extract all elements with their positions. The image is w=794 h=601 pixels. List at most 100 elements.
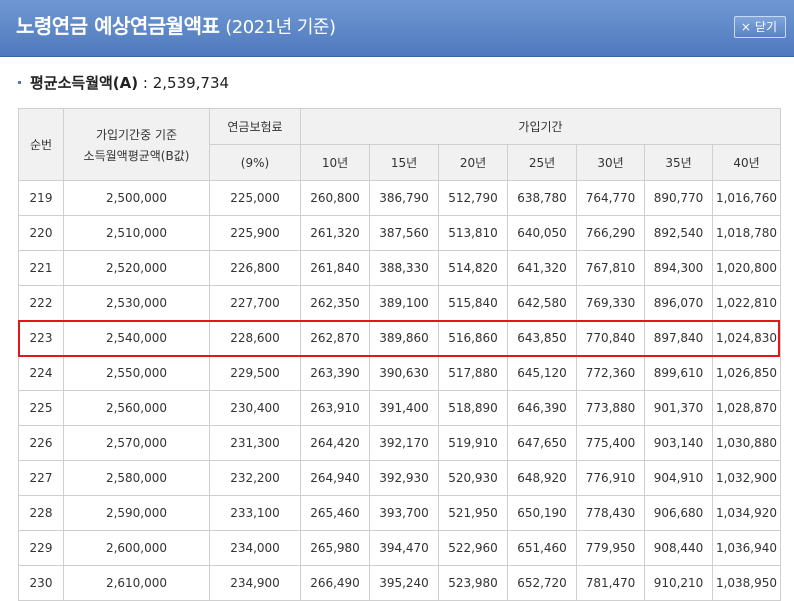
- header-income-line2: 소득월액평균액(B값): [83, 148, 190, 163]
- table-cell: 773,880: [576, 390, 645, 426]
- header-year: 20년: [438, 144, 508, 181]
- table-cell: 764,770: [576, 180, 645, 216]
- table-cell: 227,700: [209, 285, 301, 321]
- table-cell: 513,810: [438, 215, 508, 251]
- summary-value: 2,539,734: [152, 73, 230, 92]
- table-cell: 640,050: [507, 215, 577, 251]
- table-cell: 1,038,950: [712, 565, 781, 601]
- table-cell: 2,500,000: [63, 180, 210, 216]
- table-body: 219 2,500,000 225,000 260,800 386,790 512,790…: [18, 180, 781, 601]
- table-cell: 225: [18, 390, 64, 426]
- table-cell: 646,390: [507, 390, 577, 426]
- page-title-sub: (2021년 기준): [225, 17, 336, 38]
- table-cell: 2,550,000: [63, 355, 210, 391]
- table-cell: 910,210: [644, 565, 713, 601]
- table-cell: 778,430: [576, 495, 645, 531]
- table-cell: 1,018,780: [712, 215, 781, 251]
- table-cell: 1,036,940: [712, 530, 781, 566]
- table-cell: 387,560: [369, 215, 439, 251]
- table-cell: 388,330: [369, 250, 439, 286]
- header-income: 가입기간중 기준 소득월액평균액(B값): [63, 108, 210, 181]
- table-cell: 906,680: [644, 495, 713, 531]
- header-premium: 연금보험료: [209, 108, 301, 145]
- table-row: 225 2,560,000 230,400 263,910 391,400 518,890…: [18, 390, 781, 426]
- table-cell: 519,910: [438, 425, 508, 461]
- table-cell: 228: [18, 495, 64, 531]
- table-cell: 395,240: [369, 565, 439, 601]
- table-cell: 2,510,000: [63, 215, 210, 251]
- table-cell: 1,026,850: [712, 355, 781, 391]
- table-cell: 1,034,920: [712, 495, 781, 531]
- table-cell: 897,840: [644, 320, 713, 356]
- table-cell: 229,500: [209, 355, 301, 391]
- table-cell: 391,400: [369, 390, 439, 426]
- table-cell: 234,000: [209, 530, 301, 566]
- table-cell: 522,960: [438, 530, 508, 566]
- table-cell: 225,000: [209, 180, 301, 216]
- table-cell: 1,024,830: [712, 320, 781, 356]
- table-cell: 908,440: [644, 530, 713, 566]
- table-cell: 520,930: [438, 460, 508, 496]
- table-cell: 779,950: [576, 530, 645, 566]
- table-cell: 226: [18, 425, 64, 461]
- table-cell: 647,650: [507, 425, 577, 461]
- table-cell: 225,900: [209, 215, 301, 251]
- table-cell: 266,490: [300, 565, 370, 601]
- table-cell: 392,170: [369, 425, 439, 461]
- close-button[interactable]: × 닫기: [733, 16, 786, 38]
- table-cell: 770,840: [576, 320, 645, 356]
- table-cell: 899,610: [644, 355, 713, 391]
- table-cell: 233,100: [209, 495, 301, 531]
- bullet-icon: [18, 81, 21, 84]
- table-cell: 386,790: [369, 180, 439, 216]
- table-cell: 264,940: [300, 460, 370, 496]
- page-title: 노령연금 예상연금월액표 (2021년 기준): [16, 10, 336, 39]
- table-cell: 518,890: [438, 390, 508, 426]
- table-row: 219 2,500,000 225,000 260,800 386,790 512,790…: [18, 180, 781, 216]
- table-row: 224 2,550,000 229,500 263,390 390,630 517,880…: [18, 355, 781, 391]
- table-cell: 2,560,000: [63, 390, 210, 426]
- table-cell: 224: [18, 355, 64, 391]
- table-cell: 389,100: [369, 285, 439, 321]
- table-cell: 896,070: [644, 285, 713, 321]
- table-cell: 2,570,000: [63, 425, 210, 461]
- table-cell: 894,300: [644, 250, 713, 286]
- table-cell: 262,350: [300, 285, 370, 321]
- table-cell: 904,910: [644, 460, 713, 496]
- page-title-main: 노령연금 예상연금월액표: [16, 14, 220, 38]
- table-cell: 231,300: [209, 425, 301, 461]
- table-row: 227 2,580,000 232,200 264,940 392,930 520,930…: [18, 460, 781, 496]
- table-cell: 652,720: [507, 565, 577, 601]
- pension-table: 순번 가입기간중 기준 소득월액평균액(B값) 연금보험료 가입기간 (9%) …: [18, 108, 781, 601]
- table-cell: 394,470: [369, 530, 439, 566]
- table-cell: 645,120: [507, 355, 577, 391]
- title-bar: 노령연금 예상연금월액표 (2021년 기준) × 닫기: [0, 0, 794, 57]
- table-cell: 1,020,800: [712, 250, 781, 286]
- table-row: 220 2,510,000 225,900 261,320 387,560 513,810…: [18, 215, 781, 251]
- table-cell: 2,580,000: [63, 460, 210, 496]
- table-cell: 643,850: [507, 320, 577, 356]
- header-year: 30년: [576, 144, 645, 181]
- table-cell: 781,470: [576, 565, 645, 601]
- table-cell: 2,530,000: [63, 285, 210, 321]
- table-cell: 223: [18, 320, 64, 356]
- pension-table-container: 순번 가입기간중 기준 소득월액평균액(B값) 연금보험료 가입기간 (9%) …: [18, 108, 781, 601]
- table-cell: 523,980: [438, 565, 508, 601]
- table-cell: 1,022,810: [712, 285, 781, 321]
- table-cell: 1,030,880: [712, 425, 781, 461]
- table-cell: 767,810: [576, 250, 645, 286]
- close-icon: ×: [740, 20, 751, 34]
- table-cell: 1,028,870: [712, 390, 781, 426]
- table-cell: 393,700: [369, 495, 439, 531]
- table-cell: 2,520,000: [63, 250, 210, 286]
- header-seq: 순번: [18, 108, 64, 181]
- table-cell: 772,360: [576, 355, 645, 391]
- header-year: 25년: [507, 144, 577, 181]
- table-cell: 228,600: [209, 320, 301, 356]
- table-cell: 392,930: [369, 460, 439, 496]
- table-cell: 890,770: [644, 180, 713, 216]
- table-cell: 512,790: [438, 180, 508, 216]
- table-cell: 903,140: [644, 425, 713, 461]
- table-cell: 261,840: [300, 250, 370, 286]
- table-cell: 514,820: [438, 250, 508, 286]
